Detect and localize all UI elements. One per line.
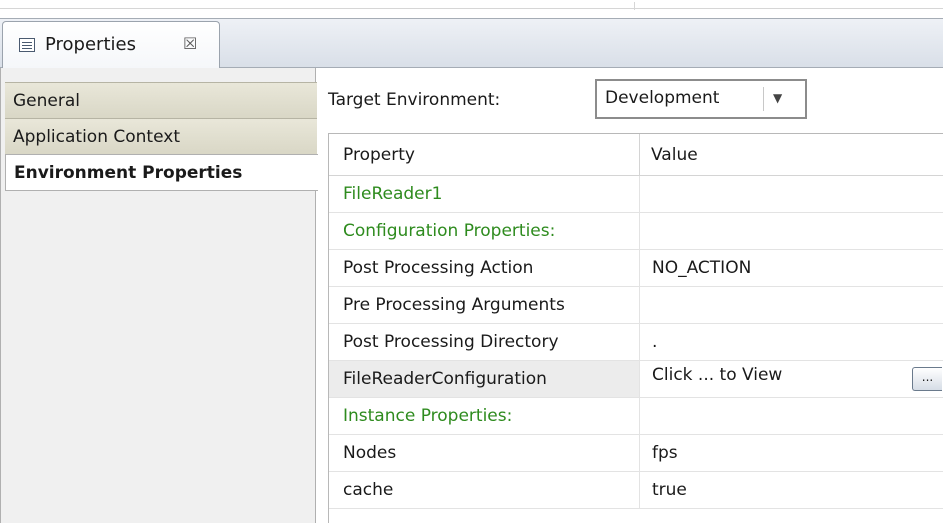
top-border — [0, 8, 943, 9]
chevron-down-icon[interactable]: ▼ — [773, 91, 782, 105]
table-row[interactable]: Nodes fps — [329, 435, 943, 472]
dropdown-divider — [763, 87, 764, 111]
close-icon[interactable]: ☒ — [183, 34, 197, 53]
tab-properties[interactable]: Properties ☒ — [2, 21, 220, 68]
value-cell[interactable]: . — [652, 332, 657, 352]
properties-table: Property Value FileReader1 Configuration… — [328, 133, 943, 523]
nav-item-label: Environment Properties — [14, 163, 243, 183]
cell-divider — [639, 287, 640, 323]
table-row-selected[interactable]: FileReaderConfiguration Click ... to Vie… — [329, 361, 943, 398]
column-header-value[interactable]: Value — [651, 145, 698, 165]
nav-item-application-context[interactable]: Application Context — [5, 118, 317, 155]
cell-divider — [639, 472, 640, 508]
cell-divider — [639, 361, 640, 397]
table-row[interactable]: Configuration Properties: — [329, 213, 943, 250]
cell-divider — [639, 176, 640, 212]
table-row[interactable]: FileReader1 — [329, 176, 943, 213]
property-cell: Configuration Properties: — [343, 221, 556, 241]
selected-value: Development — [605, 88, 720, 108]
value-cell[interactable]: true — [652, 480, 687, 500]
cell-divider — [639, 398, 640, 434]
target-environment-label: Target Environment: — [328, 90, 501, 110]
table-row[interactable]: Instance Properties: — [329, 398, 943, 435]
view-tab-bar: Properties ☒ — [0, 18, 943, 68]
nav-item-environment-properties[interactable]: Environment Properties — [5, 154, 318, 191]
table-row[interactable]: cache true — [329, 472, 943, 509]
property-cell: Instance Properties: — [343, 406, 513, 426]
nav-item-general[interactable]: General — [5, 82, 317, 119]
cell-divider — [639, 435, 640, 471]
property-cell: Post Processing Directory — [343, 332, 559, 352]
property-cell: Nodes — [343, 443, 397, 463]
nav-item-label: Application Context — [13, 127, 180, 147]
cell-divider — [639, 324, 640, 360]
nav-item-label: General — [13, 91, 80, 111]
property-cell: FileReaderConfiguration — [343, 369, 547, 389]
browse-button[interactable]: ... — [912, 367, 942, 391]
property-cell: cache — [343, 480, 394, 500]
left-nav-panel: General Application Context Environment … — [0, 68, 318, 523]
column-header-property[interactable]: Property — [343, 145, 415, 165]
column-divider[interactable] — [639, 134, 640, 176]
property-cell: FileReader1 — [343, 184, 443, 204]
value-cell[interactable]: fps — [652, 443, 678, 463]
target-environment-select[interactable]: Development ▼ — [595, 79, 807, 119]
cell-divider — [639, 213, 640, 249]
table-row[interactable]: Post Processing Directory . — [329, 324, 943, 361]
tab-title: Properties — [45, 34, 136, 55]
property-cell: Post Processing Action — [343, 258, 534, 278]
value-cell[interactable]: NO_ACTION — [652, 258, 751, 278]
properties-icon — [19, 38, 35, 52]
property-cell: Pre Processing Arguments — [343, 295, 565, 315]
table-header: Property Value — [329, 134, 943, 176]
top-separator — [634, 2, 635, 10]
value-cell[interactable]: Click ... to View — [652, 365, 782, 385]
table-row[interactable]: Post Processing Action NO_ACTION — [329, 250, 943, 287]
table-row[interactable]: Pre Processing Arguments — [329, 287, 943, 324]
cell-divider — [639, 250, 640, 286]
